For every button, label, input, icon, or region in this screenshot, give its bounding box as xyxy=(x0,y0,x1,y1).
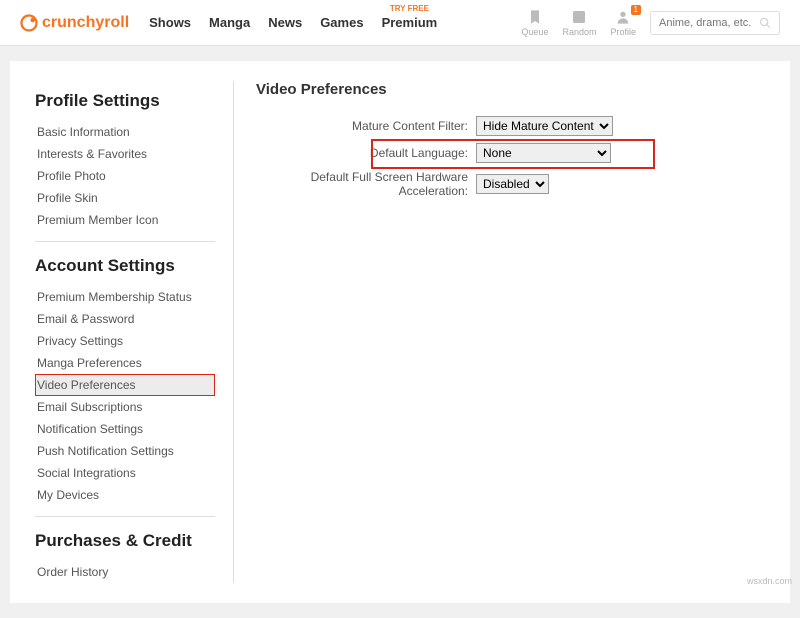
sidebar-item-interests[interactable]: Interests & Favorites xyxy=(35,143,215,165)
profile-button[interactable]: 1 Profile xyxy=(610,9,636,37)
row-mature-filter: Mature Content Filter: Hide Mature Conte… xyxy=(256,116,765,136)
sidebar-item-notifications[interactable]: Notification Settings xyxy=(35,418,215,440)
label-mature-filter: Mature Content Filter: xyxy=(256,119,476,133)
label-default-language: Default Language: xyxy=(256,146,476,160)
sidebar-item-push-notifications[interactable]: Push Notification Settings xyxy=(35,440,215,462)
search-box[interactable] xyxy=(650,11,780,35)
logo[interactable]: crunchyroll xyxy=(20,14,129,32)
sidebar-item-premium-icon[interactable]: Premium Member Icon xyxy=(35,209,215,231)
try-free-label: TRY FREE xyxy=(382,4,438,13)
sidebar-item-profile-skin[interactable]: Profile Skin xyxy=(35,187,215,209)
label-hw-accel: Default Full Screen Hardware Acceleratio… xyxy=(256,170,476,198)
dice-icon xyxy=(571,9,587,25)
select-hw-accel[interactable]: Disabled xyxy=(476,174,549,194)
section-profile-title: Profile Settings xyxy=(35,91,215,111)
account-items: Premium Membership Status Email & Passwo… xyxy=(35,286,215,506)
sidebar-item-email-subs[interactable]: Email Subscriptions xyxy=(35,396,215,418)
sidebar-item-privacy[interactable]: Privacy Settings xyxy=(35,330,215,352)
sidebar: Profile Settings Basic Information Inter… xyxy=(35,81,215,583)
main-nav: Shows Manga News Games TRY FREE Premium xyxy=(149,15,437,30)
nav-premium[interactable]: TRY FREE Premium xyxy=(382,15,438,30)
section-purchases-title: Purchases & Credit xyxy=(35,516,215,551)
sidebar-item-email-password[interactable]: Email & Password xyxy=(35,308,215,330)
sidebar-item-video-prefs[interactable]: Video Preferences xyxy=(35,374,215,396)
search-input[interactable] xyxy=(659,17,759,29)
topbar-right: Queue Random 1 Profile xyxy=(521,9,780,37)
section-account-title: Account Settings xyxy=(35,241,215,276)
sidebar-item-premium-status[interactable]: Premium Membership Status xyxy=(35,286,215,308)
vertical-divider xyxy=(233,81,234,583)
queue-button[interactable]: Queue xyxy=(521,9,548,37)
sidebar-item-manga-prefs[interactable]: Manga Preferences xyxy=(35,352,215,374)
row-hw-accel: Default Full Screen Hardware Acceleratio… xyxy=(256,170,765,198)
logo-text: crunchyroll xyxy=(42,14,129,32)
sidebar-item-devices[interactable]: My Devices xyxy=(35,484,215,506)
sidebar-item-social[interactable]: Social Integrations xyxy=(35,462,215,484)
bookmark-icon xyxy=(527,9,543,25)
profile-items: Basic Information Interests & Favorites … xyxy=(35,121,215,231)
select-mature-filter[interactable]: Hide Mature Content xyxy=(476,116,613,136)
page-title: Video Preferences xyxy=(256,81,765,98)
top-bar: crunchyroll Shows Manga News Games TRY F… xyxy=(0,0,800,46)
random-button[interactable]: Random xyxy=(562,9,596,37)
nav-news[interactable]: News xyxy=(268,15,302,30)
page-container: Profile Settings Basic Information Inter… xyxy=(10,61,790,603)
watermark: wsxdn.com xyxy=(747,576,792,586)
select-default-language[interactable]: None xyxy=(476,143,611,163)
sidebar-item-order-history[interactable]: Order History xyxy=(35,561,215,583)
nav-games[interactable]: Games xyxy=(320,15,363,30)
nav-shows[interactable]: Shows xyxy=(149,15,191,30)
nav-manga[interactable]: Manga xyxy=(209,15,250,30)
content-area: Video Preferences Mature Content Filter:… xyxy=(256,81,765,583)
sidebar-item-basic-info[interactable]: Basic Information xyxy=(35,121,215,143)
search-icon xyxy=(759,16,771,30)
crunchyroll-icon xyxy=(20,14,38,32)
sidebar-item-profile-photo[interactable]: Profile Photo xyxy=(35,165,215,187)
notification-badge: 1 xyxy=(631,5,641,15)
user-icon xyxy=(615,9,631,25)
purchases-items: Order History xyxy=(35,561,215,583)
row-default-language: Default Language: None xyxy=(256,143,765,163)
